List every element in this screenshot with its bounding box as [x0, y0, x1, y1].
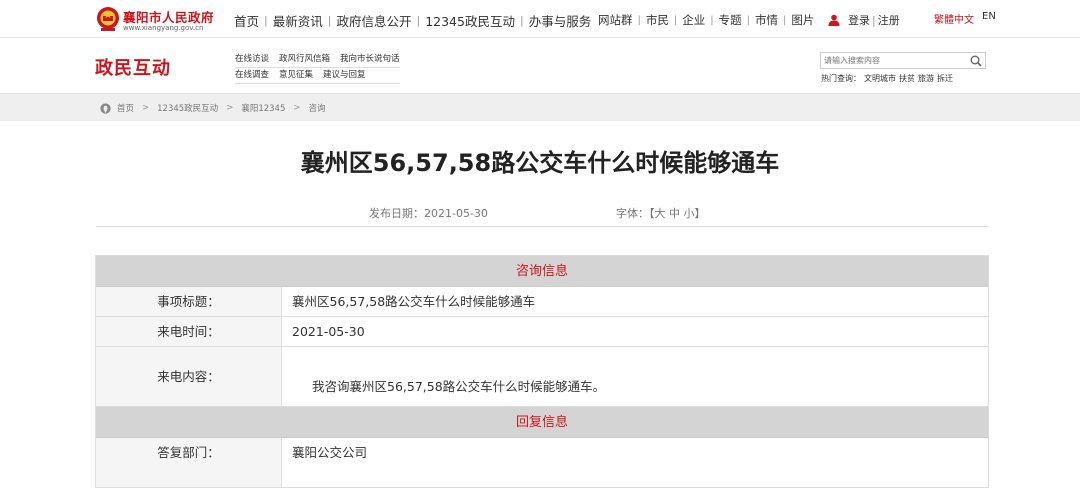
section-title[interactable]: 政民互动 [95, 54, 171, 80]
hot-queries: 热门查询： 文明城市 扶贫 旅游 拆迁 [821, 73, 953, 84]
nav-12345[interactable]: 12345政民互动 [425, 11, 515, 30]
subnav-citizen[interactable]: 市民 [646, 12, 669, 28]
sub-nav: 网站群 | 市民 | 企业 | 专题 | 市情 | 图片 [598, 12, 814, 28]
register-link[interactable]: 注册 [878, 12, 900, 28]
login-separator: | [872, 13, 876, 27]
nav-separator: | [327, 14, 332, 27]
call-time-value: 2021-05-30 [292, 324, 365, 339]
nav-services[interactable]: 办事与服务 [529, 11, 592, 30]
lang-english[interactable]: EN [982, 11, 996, 26]
call-content-value: 我咨询襄州区56,57,58路公交车什么时候能够通车。 [312, 379, 606, 394]
article-title: 襄州区56,57,58路公交车什么时候能够通车 [300, 149, 780, 177]
nav-home[interactable]: 首页 [234, 11, 259, 30]
subnav-separator: | [637, 14, 641, 26]
hot-item[interactable]: 扶贫 [899, 73, 915, 84]
subnav-separator: | [783, 14, 787, 26]
hot-item[interactable]: 拆迁 [937, 73, 953, 84]
reply-dept-label: 答复部门： [96, 438, 282, 487]
meta-divider [96, 226, 988, 227]
site-url: www.xiangyang.gov.cn [123, 24, 204, 32]
consult-table: 咨询信息 事项标题： 襄州区56,57,58路公交车什么时候能够通车 来电时间：… [95, 255, 989, 488]
breadcrumb-consult[interactable]: 咨询 [308, 102, 325, 114]
home-icon [100, 102, 111, 114]
search-icon[interactable] [970, 55, 982, 67]
table-row: 来电内容： 我咨询襄州区56,57,58路公交车什么时候能够通车。 [96, 347, 988, 407]
user-icon [828, 14, 840, 26]
section-links-row: 在线访谈 政风行风信箱 我向市长说句话 [235, 52, 400, 68]
user-links: 登录 | 注册 [828, 12, 900, 28]
breadcrumb-arrow: > [142, 103, 150, 113]
subnav-business[interactable]: 企业 [682, 12, 705, 28]
subnav-sites[interactable]: 网站群 [598, 12, 633, 28]
lang-traditional[interactable]: 繁體中文 [934, 11, 974, 26]
link-online-interview[interactable]: 在线访谈 [235, 52, 269, 67]
login-link[interactable]: 登录 [848, 12, 870, 28]
top-nav-bar: 襄阳市人民政府 www.xiangyang.gov.cn 首页 | 最新资讯 |… [0, 0, 1080, 38]
hot-item[interactable]: 文明城市 [864, 73, 896, 84]
language-switch: 繁體中文 EN [934, 11, 996, 26]
hot-label: 热门查询： [821, 74, 861, 83]
section-links-row: 在线调查 意见征集 建议与回复 [235, 68, 400, 84]
table-row: 来电时间： 2021-05-30 [96, 317, 988, 347]
section-header: 政民互动 在线访谈 政风行风信箱 我向市长说句话 在线调查 意见征集 建议与回复… [0, 38, 1080, 92]
subject-value: 襄州区56,57,58路公交车什么时候能够通车 [292, 294, 536, 309]
breadcrumb: 首页 > 12345政民互动 > 襄阳12345 > 咨询 [100, 102, 326, 114]
link-to-mayor[interactable]: 我向市长说句话 [340, 52, 400, 67]
subnav-city-info[interactable]: 市情 [755, 12, 778, 28]
site-logo[interactable]: 襄阳市人民政府 www.xiangyang.gov.cn [96, 6, 248, 34]
section-links: 在线访谈 政风行风信箱 我向市长说句话 在线调查 意见征集 建议与回复 [235, 52, 400, 84]
breadcrumb-arrow: > [293, 103, 301, 113]
subnav-images[interactable]: 图片 [791, 12, 814, 28]
emblem-icon [97, 7, 119, 31]
link-opinion-collection[interactable]: 意见征集 [279, 68, 313, 83]
breadcrumb-arrow: > [226, 103, 234, 113]
font-medium-button[interactable]: 中 [669, 207, 680, 220]
font-bracket: 】 [694, 207, 706, 220]
subnav-separator: | [710, 14, 714, 26]
hot-item[interactable]: 旅游 [918, 73, 934, 84]
breadcrumb-home[interactable]: 首页 [117, 102, 134, 114]
nav-gov-info[interactable]: 政府信息公开 [336, 11, 411, 30]
nav-separator: | [519, 14, 524, 27]
link-online-survey[interactable]: 在线调查 [235, 68, 269, 83]
subject-label: 事项标题： [96, 287, 282, 316]
nav-news[interactable]: 最新资讯 [273, 11, 323, 30]
subnav-topics[interactable]: 专题 [719, 12, 742, 28]
call-time-label: 来电时间： [96, 317, 282, 346]
reply-section-header: 回复信息 [96, 407, 988, 438]
search-input[interactable] [821, 53, 967, 68]
call-content-label: 来电内容： [96, 347, 282, 406]
breadcrumb-12345[interactable]: 12345政民互动 [157, 102, 218, 114]
article-meta: 发布日期：2021-05-30 字体：【大 中 小】 [96, 205, 988, 225]
font-small-button[interactable]: 小 [684, 207, 695, 220]
font-large-button[interactable]: 大 [655, 207, 666, 220]
table-row: 答复部门： 襄阳公交公司 [96, 438, 988, 488]
table-row: 事项标题： 襄州区56,57,58路公交车什么时候能够通车 [96, 287, 988, 317]
subnav-separator: | [673, 14, 678, 26]
font-size-control: 字体：【大 中 小】 [616, 205, 706, 221]
breadcrumb-bar: 首页 > 12345政民互动 > 襄阳12345 > 咨询 [0, 93, 1080, 121]
link-mailbox[interactable]: 政风行风信箱 [279, 52, 330, 67]
nav-separator: | [416, 14, 421, 27]
publish-date: 发布日期：2021-05-30 [369, 207, 488, 220]
subnav-separator: | [746, 14, 750, 26]
link-suggestions[interactable]: 建议与回复 [323, 68, 366, 83]
nav-separator: | [264, 14, 268, 27]
reply-dept-value: 襄阳公交公司 [292, 445, 368, 460]
font-label: 字体：【 [616, 207, 655, 220]
breadcrumb-xiangyang12345[interactable]: 襄阳12345 [241, 102, 285, 114]
consult-section-header: 咨询信息 [96, 256, 988, 287]
main-nav: 首页 | 最新资讯 | 政府信息公开 | 12345政民互动 | 办事与服务 [234, 11, 591, 30]
search-box [820, 52, 986, 69]
